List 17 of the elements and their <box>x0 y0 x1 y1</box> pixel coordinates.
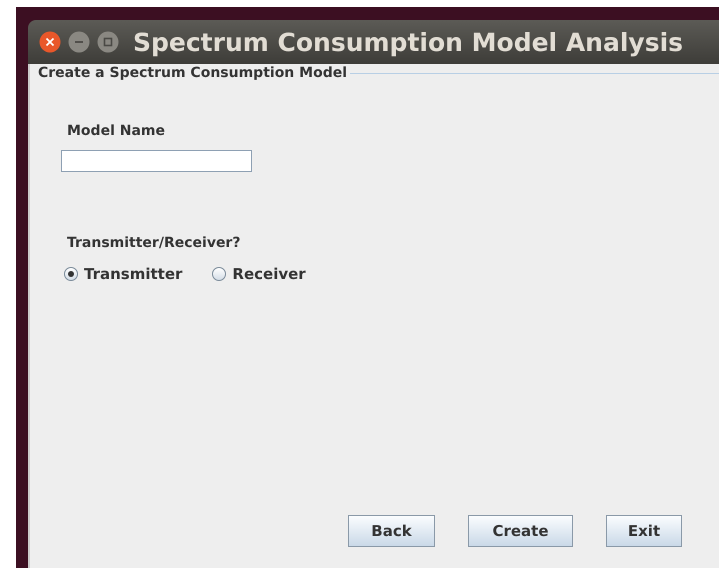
radio-option[interactable]: Receiver <box>212 265 306 283</box>
action-button[interactable]: Back <box>348 515 435 547</box>
transmitter-receiver-label: Transmitter/Receiver? <box>67 235 240 251</box>
radio-button[interactable] <box>64 267 78 281</box>
model-name-field[interactable] <box>61 150 252 172</box>
maximize-icon[interactable] <box>97 31 119 53</box>
radio-button[interactable] <box>212 267 226 281</box>
radio-label: Transmitter <box>84 265 182 283</box>
model-name-label: Model Name <box>67 123 165 139</box>
action-button[interactable]: Create <box>468 515 573 547</box>
window-title: Spectrum Consumption Model Analysis <box>133 28 684 56</box>
close-icon[interactable] <box>39 31 61 53</box>
minimize-icon[interactable] <box>68 31 90 53</box>
panel-title: Create a Spectrum Consumption Model <box>38 65 348 81</box>
radio-option[interactable]: Transmitter <box>64 265 182 283</box>
action-button[interactable]: Exit <box>606 515 682 547</box>
radio-label: Receiver <box>232 265 306 283</box>
